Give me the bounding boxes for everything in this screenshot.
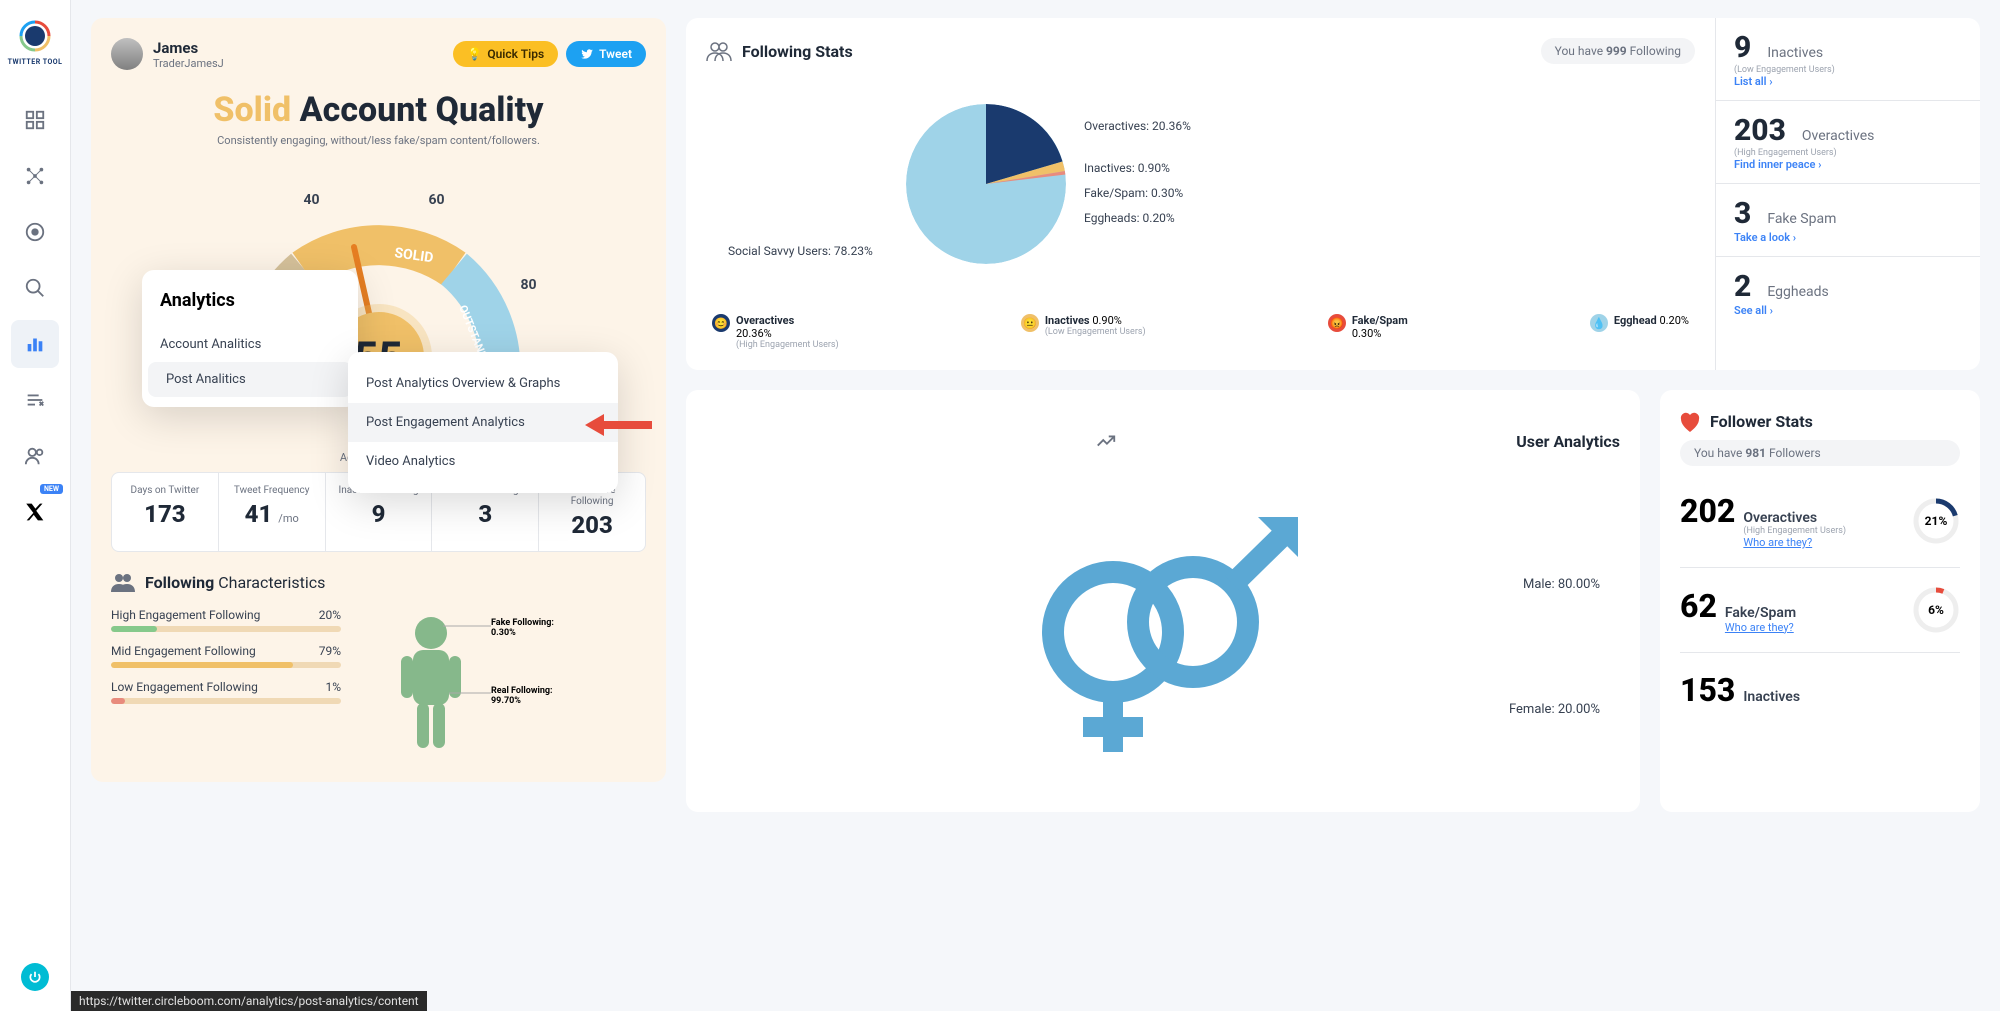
legend-inactives: 😐Inactives 0.90%(Low Engagement Users) (1021, 314, 1146, 350)
quality-title: Solid Account Quality (111, 90, 646, 130)
who-are-they-link-1[interactable]: Who are they? (1743, 536, 1846, 549)
nav-target-icon[interactable] (11, 208, 59, 256)
arrow-indicator-icon (584, 410, 654, 440)
following-characteristics-title: Following Characteristics (111, 572, 646, 592)
nav-users-icon[interactable] (11, 432, 59, 480)
pop-post-analytics[interactable]: Post Analitics (148, 362, 352, 397)
post-analytics-submenu: Post Analytics Overview & Graphs Post En… (348, 352, 618, 493)
stat-frequency: Tweet Frequency41 /mo (219, 473, 326, 551)
sidebar: TWITTER TOOL (0, 0, 71, 1011)
follower-stats-title: Follower Stats (1680, 410, 1813, 432)
tweet-button[interactable]: Tweet (566, 41, 646, 67)
user-analytics-card: User Analytics Male: 80.00% Female: 20.0… (686, 390, 1640, 812)
fs-stat-eggheads: 2EggheadsSee all › (1716, 257, 1980, 329)
quick-tips-button[interactable]: 💡 Quick Tips (453, 41, 558, 67)
see-all-link[interactable]: See all › (1734, 304, 1962, 317)
follower-item-inactives: 153 Inactives (1680, 653, 1960, 727)
following-stats-card: Following Stats You have 999 Following O… (686, 18, 1980, 370)
char-row-high: High Engagement Following20% (111, 608, 341, 632)
fs-stat-inactives: 9Inactives(Low Engagement Users)List all… (1716, 18, 1980, 101)
nav-network-icon[interactable] (11, 152, 59, 200)
who-are-they-link-2[interactable]: Who are they? (1725, 621, 1796, 634)
sub-overview[interactable]: Post Analytics Overview & Graphs (348, 364, 618, 403)
nav-x-icon[interactable] (11, 488, 59, 536)
follower-item-fakespam: 62 Fake/SpamWho are they? 6% (1680, 568, 1960, 653)
legend-overactives: 😊Overactives20.36%(High Engagement Users… (712, 314, 839, 350)
nav-dashboard-icon[interactable] (11, 96, 59, 144)
pop-account-analytics[interactable]: Account Analitics (142, 327, 358, 362)
sub-engagement[interactable]: Post Engagement Analytics (348, 403, 618, 442)
following-summary-pill: You have 999 Following (1541, 38, 1695, 64)
nav-search-icon[interactable] (11, 264, 59, 312)
profile-name: James (153, 39, 224, 57)
app-logo[interactable]: TWITTER TOOL (8, 18, 63, 66)
app-name: TWITTER TOOL (8, 58, 63, 66)
analytics-popup-title: Analytics (142, 290, 358, 327)
follower-stats-card: Follower Stats You have 981 Followers 20… (1660, 390, 1980, 812)
quality-subtitle: Consistently engaging, without/less fake… (111, 134, 646, 147)
follower-summary-pill: You have 981 Followers (1680, 440, 1960, 466)
following-stats-title: Following Stats (706, 41, 853, 61)
list-all-link[interactable]: List all › (1734, 75, 1962, 88)
gender-chart-icon (1013, 492, 1313, 772)
power-button[interactable] (21, 963, 49, 991)
sub-video[interactable]: Video Analytics (348, 442, 618, 481)
find-peace-link[interactable]: Find inner peace › (1734, 158, 1962, 171)
legend-egghead: 💧Egghead 0.20% (1590, 314, 1689, 350)
following-pie-chart (906, 104, 1066, 264)
fs-stat-overactives: 203Overactives(High Engagement Users)Fin… (1716, 101, 1980, 184)
nav-list-icon[interactable] (11, 376, 59, 424)
take-look-link[interactable]: Take a look › (1734, 231, 1962, 244)
avatar[interactable] (111, 38, 143, 70)
char-row-mid: Mid Engagement Following79% (111, 644, 341, 668)
nav-analytics-icon[interactable] (11, 320, 59, 368)
user-analytics-title: User Analytics (706, 410, 1620, 472)
fs-stat-fakespam: 3Fake SpamTake a look › (1716, 184, 1980, 257)
char-row-low: Low Engagement Following1% (111, 680, 341, 704)
stat-days: Days on Twitter173 (112, 473, 219, 551)
legend-fakespam: 😡Fake/Spam0.30% (1328, 314, 1408, 350)
analytics-popup: Analytics Account Analitics Post Analiti… (142, 270, 358, 407)
follower-item-overactives: 202 Overactives(High Engagement Users)Wh… (1680, 474, 1960, 568)
status-bar-url: https://twitter.circleboom.com/analytics… (71, 991, 427, 1011)
profile-handle: TraderJamesJ (153, 57, 224, 70)
